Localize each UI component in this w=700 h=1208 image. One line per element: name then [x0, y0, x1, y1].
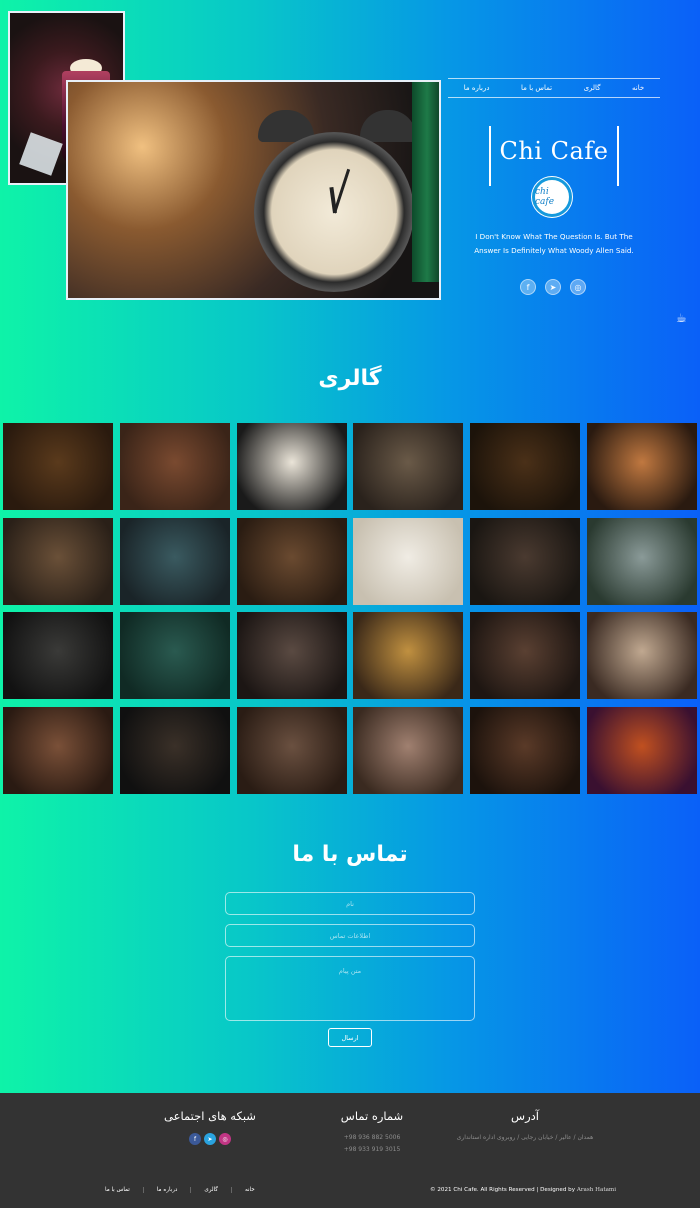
- gallery-image[interactable]: [470, 517, 581, 605]
- gallery-image[interactable]: [353, 517, 464, 605]
- gallery-image[interactable]: [236, 706, 347, 794]
- footer-social: شبکه های اجتماعی f ➤ ◎: [150, 1109, 270, 1145]
- phone-title: شماره تماس: [340, 1109, 404, 1123]
- main-nav: خانه گالری تماس با ما درباره ما: [448, 78, 660, 98]
- gallery-image[interactable]: [470, 612, 581, 699]
- footer-nav: خانه گالری درباره ما تماس با ما: [92, 1187, 268, 1193]
- alarm-clock-icon: [254, 132, 414, 292]
- phone-1: +98 936 882 5006: [343, 1134, 401, 1141]
- gallery-image[interactable]: [587, 706, 697, 794]
- facebook-icon[interactable]: f: [520, 279, 536, 295]
- send-button[interactable]: ارسال: [328, 1028, 372, 1047]
- footer-nav-contact[interactable]: تماس با ما: [92, 1187, 144, 1193]
- nav-item-gallery[interactable]: گالری: [584, 84, 601, 92]
- hero-social-links: f ➤ ◎: [520, 279, 586, 295]
- name-input[interactable]: [225, 892, 475, 915]
- brand-title-text: Chi Cafe: [499, 137, 609, 165]
- hero-quote: I Don't Know What The Question Is. But T…: [474, 232, 634, 255]
- gallery-image[interactable]: [236, 612, 347, 699]
- main-background: خانه گالری تماس با ما درباره ما Chi Cafe…: [0, 0, 700, 1093]
- gallery-image[interactable]: [119, 612, 230, 699]
- address-title: آدرس: [511, 1109, 539, 1123]
- message-textarea[interactable]: [225, 956, 475, 1021]
- address-text: همدان / عالیر / خیابان رجایی / روبروی اد…: [456, 1134, 594, 1141]
- facebook-icon[interactable]: f: [189, 1133, 201, 1145]
- designer-name[interactable]: Arash Hatami: [577, 1187, 616, 1193]
- gallery-title: گالری: [318, 366, 382, 391]
- footer-nav-about[interactable]: درباره ما: [144, 1187, 192, 1193]
- gallery-image[interactable]: [119, 423, 230, 510]
- gallery-grid: [3, 423, 697, 795]
- gallery-image[interactable]: [119, 517, 230, 605]
- gallery-image[interactable]: [119, 706, 230, 794]
- gallery-image[interactable]: [470, 706, 581, 794]
- footer-nav-home[interactable]: خانه: [232, 1187, 268, 1193]
- copyright-text: © 2021 Chi Cafe. All Rights Reserved | D…: [430, 1187, 576, 1193]
- social-title: شبکه های اجتماعی: [164, 1109, 256, 1123]
- gallery-image[interactable]: [3, 517, 113, 605]
- nav-item-about[interactable]: درباره ما: [464, 84, 490, 92]
- gallery-image[interactable]: [470, 423, 581, 510]
- contact-title: تماس با ما: [292, 842, 408, 867]
- footer-social-links: f ➤ ◎: [150, 1133, 270, 1145]
- instagram-icon[interactable]: ◎: [570, 279, 586, 295]
- gallery-image[interactable]: [236, 423, 347, 510]
- footer: آدرس همدان / عالیر / خیابان رجایی / روبر…: [0, 1093, 700, 1208]
- gallery-image[interactable]: [3, 706, 113, 794]
- nav-item-contact[interactable]: تماس با ما: [521, 84, 552, 92]
- copyright: © 2021 Chi Cafe. All Rights Reserved | D…: [430, 1187, 616, 1193]
- gallery-image[interactable]: [587, 423, 697, 510]
- gallery-image[interactable]: [353, 706, 464, 794]
- hero-photo-clock: [66, 80, 441, 300]
- gallery-image[interactable]: [353, 423, 464, 510]
- cafe-logo-text: chi cafe: [535, 187, 555, 207]
- instagram-icon[interactable]: ◎: [219, 1133, 231, 1145]
- footer-phone: شماره تماس +98 936 882 5006 +98 933 919 …: [322, 1109, 422, 1156]
- coffee-cup-icon: ☕: [676, 311, 687, 325]
- footer-nav-gallery[interactable]: گالری: [191, 1187, 232, 1193]
- clock-bell-right: [360, 110, 416, 142]
- contact-info-input[interactable]: [225, 924, 475, 947]
- telegram-icon[interactable]: ➤: [545, 279, 561, 295]
- footer-address: آدرس همدان / عالیر / خیابان رجایی / روبر…: [440, 1109, 610, 1144]
- phone-list: +98 936 882 5006 +98 933 919 3015: [322, 1132, 422, 1156]
- gallery-image[interactable]: [236, 517, 347, 605]
- bottle: [412, 82, 439, 282]
- nav-item-home[interactable]: خانه: [632, 84, 644, 92]
- gallery-image[interactable]: [3, 423, 113, 510]
- telegram-icon[interactable]: ➤: [204, 1133, 216, 1145]
- gallery-image[interactable]: [587, 612, 697, 699]
- cafe-logo: chi cafe: [532, 177, 572, 217]
- ice-cube: [19, 132, 63, 176]
- gallery-image[interactable]: [3, 612, 113, 699]
- gallery-image[interactable]: [587, 517, 697, 605]
- gallery-image[interactable]: [353, 612, 464, 699]
- phone-2: +98 933 919 3015: [343, 1146, 401, 1153]
